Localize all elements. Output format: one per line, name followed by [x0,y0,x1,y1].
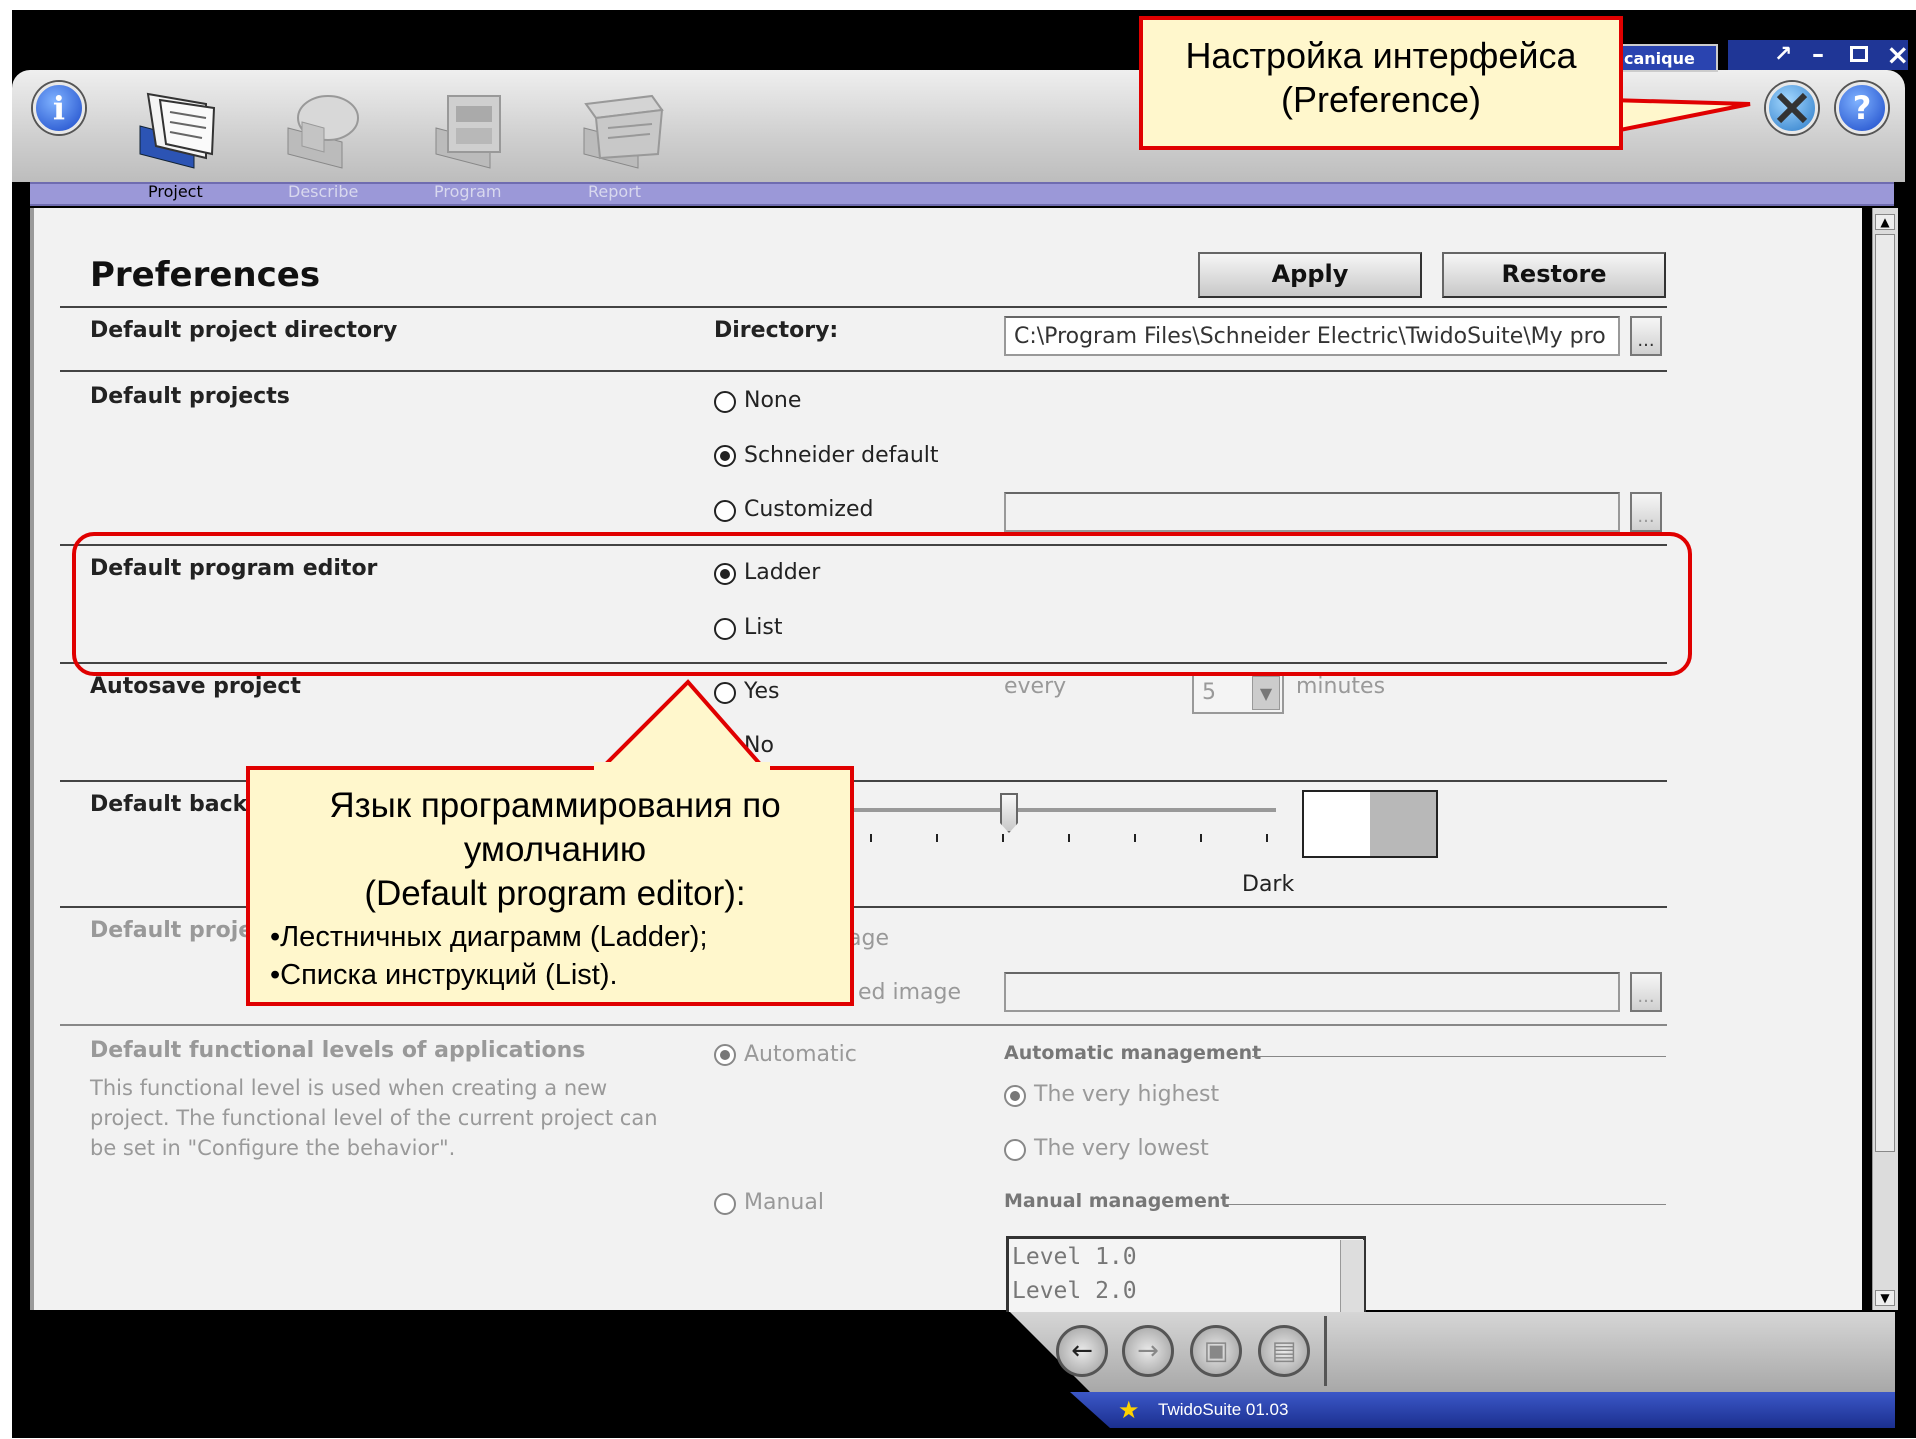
directory-section-label: Default project directory [90,318,398,343]
customized-browse-button[interactable]: ... [1630,492,1662,532]
functional-description-line1: This functional level is used when creat… [90,1076,608,1100]
app-logo-icon: ★ [1118,1396,1140,1424]
editor-callout-line3: (Default program editor): [364,874,746,913]
autosave-section-label: Autosave project [90,674,301,699]
scrollbar[interactable]: ▲ ▼ [1872,208,1898,1310]
radio-schneider-default-label: Schneider default [744,443,939,468]
slider-ticks [870,834,1274,844]
automatic-management-rule [1252,1056,1666,1057]
divider [60,306,1667,308]
editor-highlight-box [72,532,1692,676]
help-icon[interactable]: ? [1836,82,1888,134]
editor-callout-line2: умолчанию [463,830,647,869]
editor-callout-bullet1: •Лестничных диаграмм (Ladder); [270,921,708,953]
dropdown-arrow-icon[interactable]: ▼ [1252,676,1280,710]
program-tab-icon[interactable] [430,88,520,170]
app-version-label: TwidoSuite 01.03 [1158,1400,1289,1419]
editor-callout-bullet2: •Списка инструкций (List). [270,959,618,991]
preference-callout-line1: Настройка интерфейса [1185,35,1577,76]
functional-section-label: Default functional levels of application… [90,1038,586,1063]
directory-field-label: Directory: [714,318,839,343]
project-image-path-input[interactable] [1004,972,1620,1012]
radio-very-highest[interactable] [1004,1085,1026,1107]
radio-very-lowest[interactable] [1004,1139,1026,1161]
functional-description-line3: be set in "Configure the behavior". [90,1136,456,1160]
editor-callout-arrow-cover [594,762,770,772]
radio-schneider-default[interactable] [714,445,736,467]
level-option-2[interactable]: Level 2.0 [1012,1278,1137,1304]
preference-callout: Настройка интерфейса (Preference) [1139,16,1623,150]
restore-button[interactable]: Restore [1442,252,1666,298]
radio-customized-label: Customized [744,497,874,522]
project-tab-icon[interactable] [136,88,226,170]
editor-callout: Язык программирования по умолчанию (Defa… [246,766,854,1006]
tab-describe[interactable]: Describe [288,182,358,201]
tab-program[interactable]: Program [434,182,502,201]
describe-tab-icon[interactable] [282,88,372,170]
project-image-section-label: Default proje [90,918,254,943]
automatic-management-label: Automatic management [1004,1042,1262,1064]
level-scrollbar[interactable] [1340,1240,1364,1312]
project-image-option-1-label: age [848,926,889,951]
radio-none-label: None [744,388,802,413]
background-section-label: Default back [90,792,248,817]
toolbar-divider [1324,1316,1327,1386]
projects-section-label: Default projects [90,384,290,409]
background-slider-track[interactable] [850,808,1276,812]
scroll-thumb[interactable] [1875,234,1895,1152]
preference-callout-line2: (Preference) [1280,79,1482,120]
customized-path-input[interactable] [1004,492,1620,532]
functional-description-line2: project. The functional level of the cur… [90,1106,658,1130]
radio-manual[interactable] [714,1193,736,1215]
radio-very-highest-label: The very highest [1034,1082,1220,1107]
apply-button[interactable]: Apply [1198,252,1422,298]
close-icon[interactable]: × [1886,38,1909,71]
directory-browse-button[interactable]: ... [1630,316,1662,356]
restore-icon[interactable] [1850,46,1868,62]
export-icon[interactable]: ▤ [1258,1325,1310,1377]
editor-callout-line1: Язык программирования по [329,786,781,825]
radio-manual-label: Manual [744,1190,824,1215]
divider [60,1024,1667,1026]
window-title-fragment: canique [1616,44,1718,72]
project-image-option-2-label: ed image [858,980,962,1005]
autosave-minutes-label: minutes [1296,674,1386,699]
report-tab-icon[interactable] [578,88,668,170]
manual-management-label: Manual management [1004,1190,1230,1212]
scroll-down-icon[interactable]: ▼ [1875,1290,1895,1306]
radio-automatic-label: Automatic [744,1042,857,1067]
preference-callout-arrow [1610,97,1751,135]
radio-none[interactable] [714,391,736,413]
project-image-browse-button[interactable]: ... [1630,972,1662,1012]
back-arrow-icon[interactable]: ← [1056,1325,1108,1377]
divider [60,370,1667,372]
level-option-1[interactable]: Level 1.0 [1012,1244,1137,1270]
directory-input[interactable]: C:\Program Files\Schneider Electric\Twid… [1004,316,1620,356]
radio-very-lowest-label: The very lowest [1034,1136,1209,1161]
manual-management-rule [1224,1204,1666,1205]
radio-customized[interactable] [714,500,736,522]
page-title: Preferences [90,255,321,295]
minimize-icon[interactable]: – [1812,40,1824,68]
info-icon[interactable]: i [33,82,85,134]
tab-project[interactable]: Project [148,182,203,201]
scroll-up-icon[interactable]: ▲ [1875,214,1895,230]
autosave-every-label: every [1004,674,1067,699]
background-preview [1302,790,1438,858]
save-icon[interactable]: ▣ [1190,1325,1242,1377]
forward-arrow-icon[interactable]: → [1122,1325,1174,1377]
radio-automatic[interactable] [714,1044,736,1066]
tab-report[interactable]: Report [588,182,641,201]
background-dark-label: Dark [1242,872,1295,897]
pin-icon[interactable]: ↗ [1774,42,1792,67]
